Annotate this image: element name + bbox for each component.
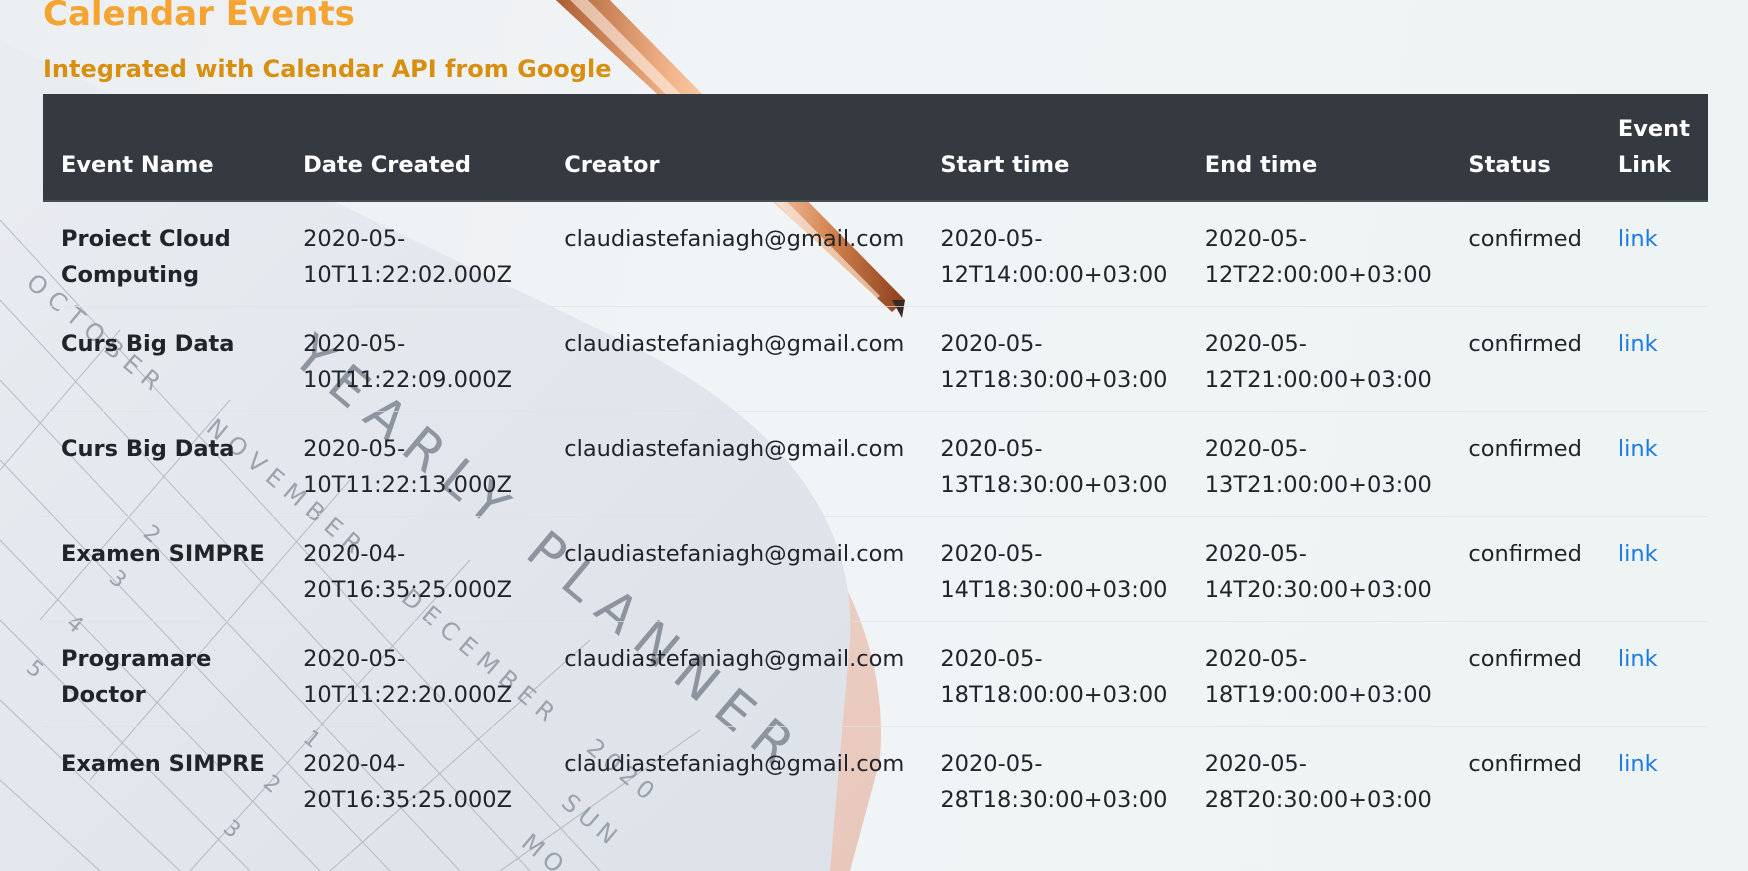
event-link[interactable]: link (1618, 331, 1658, 357)
status-cell: confirmed (1450, 411, 1600, 517)
creator-cell: claudiastefaniagh@gmail.com (564, 226, 905, 252)
date-created-cell: 2020-04-20T16:35:25.000Z (285, 726, 547, 831)
start-time-cell: 2020-05-12T18:30:00+03:00 (922, 306, 1187, 412)
date-created-cell: 2020-04-20T16:35:25.000Z (285, 516, 547, 622)
end-time-cell: 2020-05-13T21:00:00+03:00 (1186, 411, 1451, 517)
table-row: Examen SIMPRE 2020-04-20T16:35:25.000Z c… (43, 516, 1708, 622)
end-time-cell: 2020-05-14T20:30:00+03:00 (1186, 516, 1451, 622)
status-cell: confirmed (1450, 516, 1600, 622)
event-link[interactable]: link (1618, 226, 1658, 252)
page-title: Calendar Events (43, 0, 355, 34)
table-row: Curs Big Data 2020-05-10T11:22:13.000Z c… (43, 411, 1708, 517)
event-name-cell: Curs Big Data (43, 411, 286, 517)
event-link[interactable]: link (1618, 541, 1658, 567)
start-time-cell: 2020-05-12T14:00:00+03:00 (940, 226, 1168, 288)
event-link-cell: link (1599, 306, 1708, 412)
event-link[interactable]: link (1618, 436, 1658, 462)
creator-cell: claudiastefaniagh@gmail.com (546, 621, 923, 727)
events-table-header: Event Name Date Created Creator Start ti… (43, 94, 1708, 202)
header-status: Status (1450, 94, 1600, 202)
start-time-cell: 2020-05-18T18:00:00+03:00 (922, 621, 1187, 727)
date-created-cell: 2020-05-10T11:22:13.000Z (285, 411, 547, 517)
creator-cell: claudiastefaniagh@gmail.com (546, 516, 923, 622)
event-link-cell: link (1599, 726, 1708, 831)
event-link-cell: link (1599, 516, 1708, 622)
start-time-cell: 2020-05-28T18:30:00+03:00 (922, 726, 1187, 831)
date-created-cell: 2020-05-10T11:22:20.000Z (285, 621, 547, 727)
events-table: Event Name Date Created Creator Start ti… (43, 94, 1708, 831)
end-time-cell: 2020-05-18T19:00:00+03:00 (1186, 621, 1451, 727)
header-event-link: Event Link (1599, 94, 1708, 202)
event-name-cell: Curs Big Data (43, 306, 286, 412)
status-cell: confirmed (1468, 226, 1582, 252)
status-cell: confirmed (1450, 306, 1600, 412)
creator-cell: claudiastefaniagh@gmail.com (546, 411, 923, 517)
event-link-cell: link (1600, 201, 1708, 307)
end-time-cell: 2020-05-12T21:00:00+03:00 (1186, 306, 1451, 412)
event-link[interactable]: link (1618, 751, 1658, 777)
event-name-cell: Examen SIMPRE (43, 516, 286, 622)
header-row: Event Name Date Created Creator Start ti… (43, 94, 1708, 202)
table-row: Proiect Cloud Computing 2020-05-10T11:22… (43, 201, 1708, 307)
start-time-cell: 2020-05-13T18:30:00+03:00 (922, 411, 1187, 517)
event-name-cell: Examen SIMPRE (43, 726, 286, 831)
header-date-created: Date Created (285, 94, 547, 202)
events-table-body: Proiect Cloud Computing 2020-05-10T11:22… (43, 201, 1708, 831)
table-row: Curs Big Data 2020-05-10T11:22:09.000Z c… (43, 306, 1708, 412)
event-link-cell: link (1599, 411, 1708, 517)
end-time-cell: 2020-05-28T20:30:00+03:00 (1186, 726, 1451, 831)
end-time-cell: 2020-05-12T22:00:00+03:00 (1204, 226, 1432, 288)
event-link-cell: link (1599, 621, 1708, 727)
header-start-time: Start time (922, 94, 1187, 202)
event-link[interactable]: link (1618, 646, 1658, 672)
table-row: Examen SIMPRE 2020-04-20T16:35:25.000Z c… (43, 726, 1708, 831)
page-content: Calendar Events Integrated with Calendar… (0, 0, 1748, 831)
header-end-time: End time (1186, 94, 1451, 202)
date-created-cell: 2020-05-10T11:22:09.000Z (285, 306, 547, 412)
header-creator: Creator (546, 94, 923, 202)
creator-cell: claudiastefaniagh@gmail.com (546, 306, 923, 412)
status-cell: confirmed (1450, 726, 1600, 831)
table-row: Programare Doctor 2020-05-10T11:22:20.00… (43, 621, 1708, 727)
creator-cell: claudiastefaniagh@gmail.com (546, 726, 923, 831)
date-created-cell: 2020-05-10T11:22:02.000Z (303, 226, 513, 288)
event-name-cell: Proiect Cloud Computing (61, 226, 231, 288)
start-time-cell: 2020-05-14T18:30:00+03:00 (922, 516, 1187, 622)
header-event-name: Event Name (43, 94, 286, 202)
page-subtitle: Integrated with Calendar API from Google (43, 55, 612, 83)
status-cell: confirmed (1450, 621, 1600, 727)
event-name-cell: Programare Doctor (43, 621, 286, 727)
